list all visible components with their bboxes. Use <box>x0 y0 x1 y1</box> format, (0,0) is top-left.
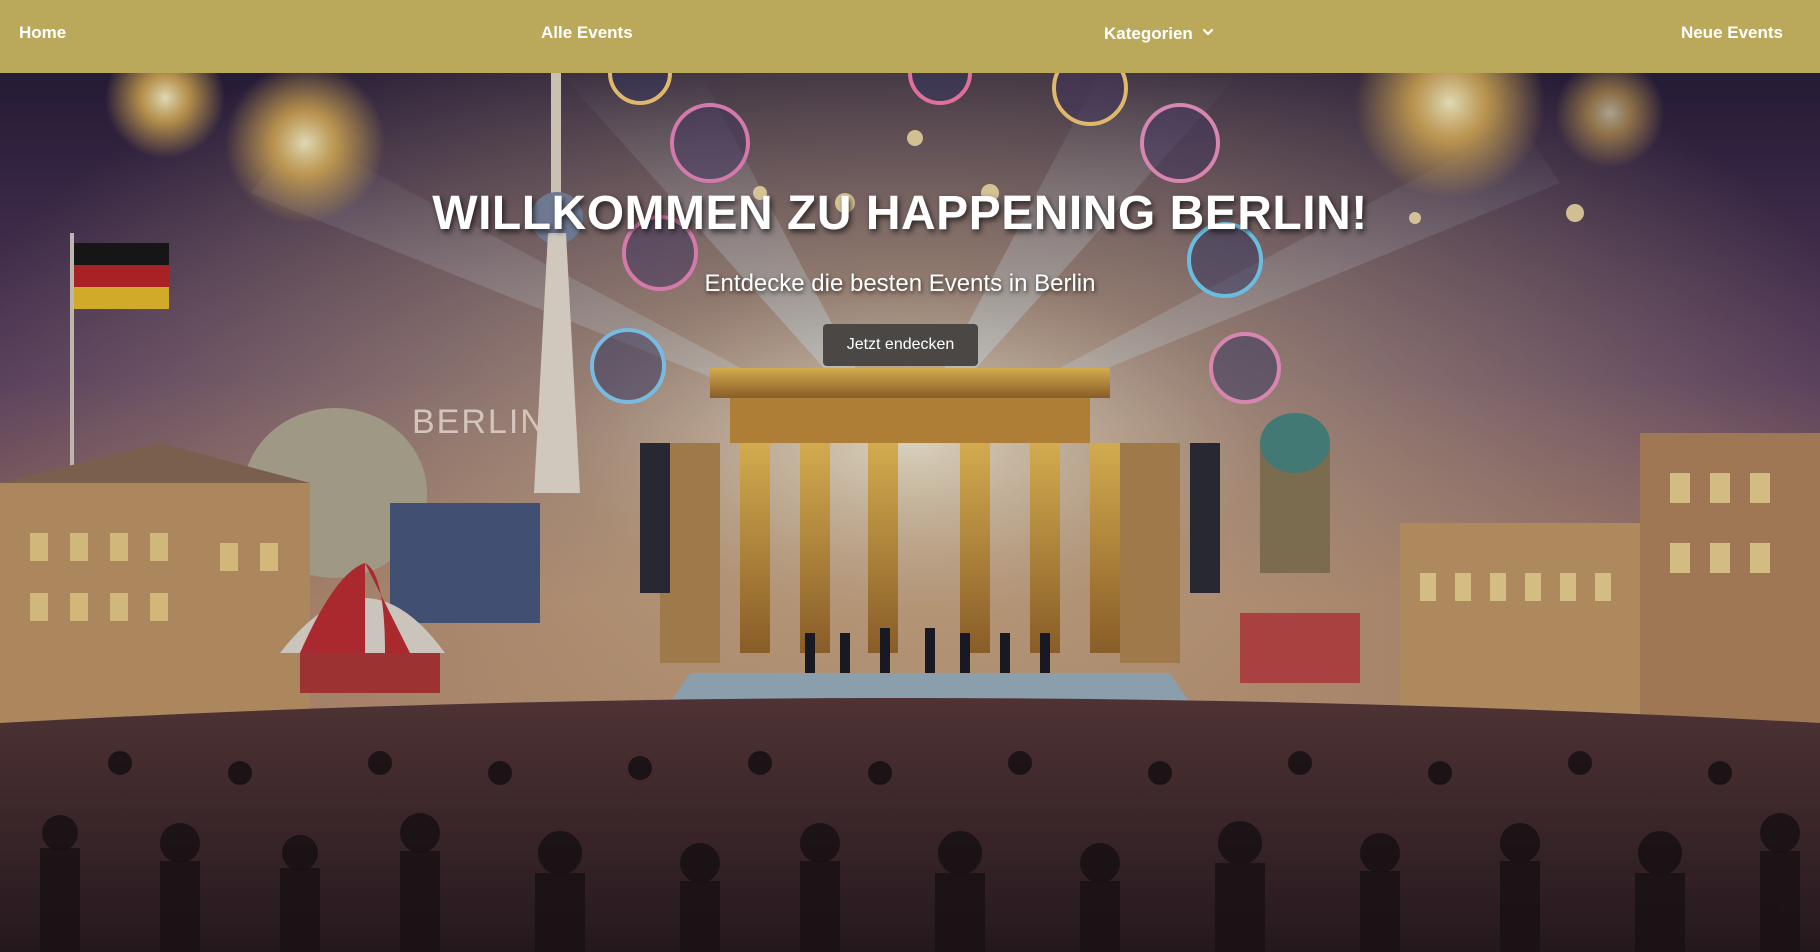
nav-home-link[interactable]: Home <box>19 23 66 43</box>
hero-section: BERLIN WILLKOMMEN ZU HAPPENING BERLIN! E… <box>0 73 1820 952</box>
main-navbar: Home Alle Events Kategorien Neue Events <box>0 0 1820 73</box>
nav-all-events-link[interactable]: Alle Events <box>541 23 633 43</box>
nav-categories-dropdown[interactable]: Kategorien <box>1104 24 1215 44</box>
page: Home Alle Events Kategorien Neue Events <box>0 0 1820 952</box>
nav-new-events-link[interactable]: Neue Events <box>1681 23 1783 43</box>
hero-title: WILLKOMMEN ZU HAPPENING BERLIN! <box>432 187 1368 240</box>
discover-now-button[interactable]: Jetzt endecken <box>823 324 978 366</box>
chevron-down-icon <box>1202 28 1213 35</box>
nav-categories-label: Kategorien <box>1104 24 1193 43</box>
hero-subtitle: Entdecke die besten Events in Berlin <box>704 270 1096 297</box>
